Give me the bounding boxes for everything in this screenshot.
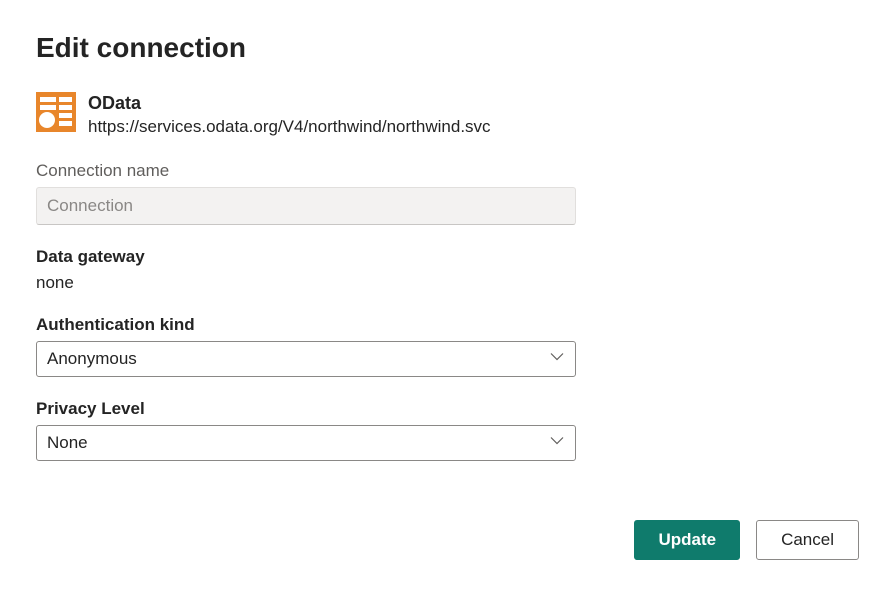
connection-name-field: Connection name [36,161,859,225]
authentication-kind-select[interactable]: Anonymous [36,341,576,377]
odata-icon [36,92,76,132]
update-button[interactable]: Update [634,520,740,560]
privacy-level-select[interactable]: None [36,425,576,461]
privacy-level-field: Privacy Level None [36,399,859,461]
connector-info: OData https://services.odata.org/V4/nort… [36,92,859,139]
page-title: Edit connection [36,32,859,64]
data-gateway-label: Data gateway [36,247,859,267]
connection-name-label: Connection name [36,161,859,181]
data-gateway-value: none [36,273,859,293]
authentication-kind-value: Anonymous [47,349,137,369]
dialog-buttons: Update Cancel [634,520,859,560]
authentication-kind-field: Authentication kind Anonymous [36,315,859,377]
connector-text: OData https://services.odata.org/V4/nort… [88,92,491,139]
authentication-kind-label: Authentication kind [36,315,859,335]
connector-name: OData [88,92,491,115]
privacy-level-label: Privacy Level [36,399,859,419]
cancel-button[interactable]: Cancel [756,520,859,560]
data-gateway-field: Data gateway none [36,247,859,293]
privacy-level-value: None [47,433,88,453]
connector-url: https://services.odata.org/V4/northwind/… [88,115,491,139]
connection-name-input[interactable] [36,187,576,225]
